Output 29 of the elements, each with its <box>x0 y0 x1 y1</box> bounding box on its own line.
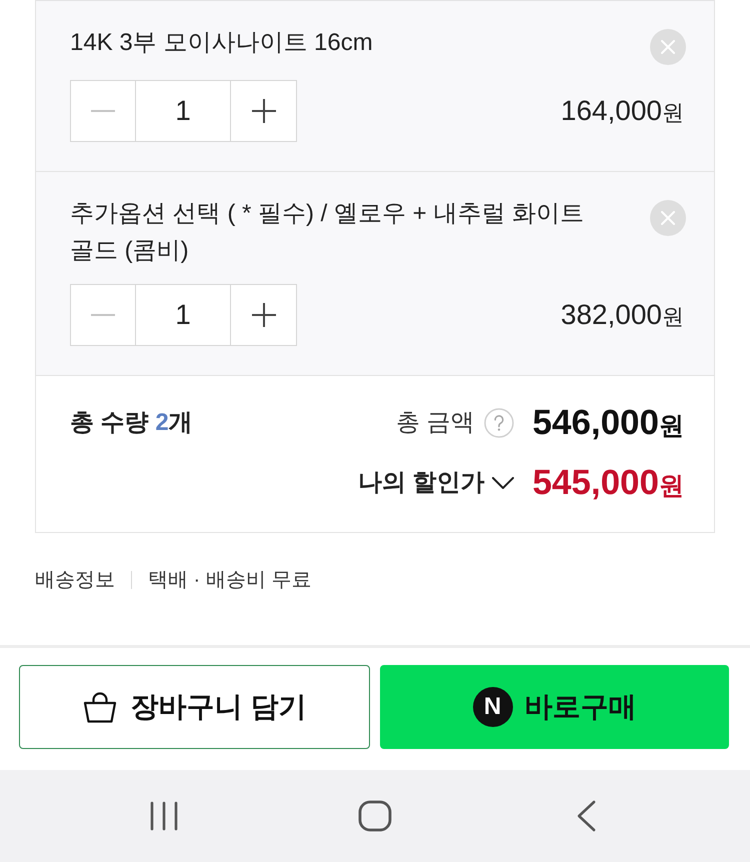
logo-badge: N <box>472 687 512 727</box>
plus-icon <box>252 303 276 327</box>
increase-button[interactable] <box>231 80 297 142</box>
total-price-label: 총 금액 <box>396 408 474 438</box>
item-title: 14K 3부 모이사나이트 16cm <box>70 28 374 58</box>
minus-icon <box>91 314 115 316</box>
delivery-info: 택배 · 배송비 무료 <box>148 568 312 593</box>
item-price: 164,000원 <box>560 94 684 128</box>
add-to-cart-button[interactable]: 장바구니 담기 <box>19 665 370 749</box>
quantity-field[interactable]: 1 <box>136 80 231 142</box>
item-title: 추가옵션 선택 ( * 필수) / 옐로우 + 내추럴 화이트 골드 (콤비) <box>70 199 586 266</box>
discount-price-label[interactable]: 나의 할인가 <box>358 465 484 501</box>
item-price: 382,000원 <box>560 298 684 332</box>
shopping-bag-icon <box>82 691 117 723</box>
quantity-field[interactable]: 1 <box>136 284 231 346</box>
home-icon[interactable] <box>358 800 392 832</box>
buy-now-button[interactable]: N 바로구매 <box>380 665 729 749</box>
minus-icon <box>91 110 115 112</box>
total-price: 546,000원 <box>532 402 684 444</box>
total-quantity: 총 수량 2개 <box>70 408 193 438</box>
discount-price: 545,000원 <box>532 462 684 504</box>
plus-icon <box>252 99 276 123</box>
back-icon[interactable] <box>576 800 596 832</box>
increase-button[interactable] <box>231 284 297 346</box>
close-icon <box>661 40 675 54</box>
delivery-label: 배송정보 <box>35 568 115 593</box>
close-icon <box>661 211 675 225</box>
chevron-down-icon[interactable] <box>492 477 514 489</box>
recent-apps-icon[interactable] <box>149 801 179 831</box>
